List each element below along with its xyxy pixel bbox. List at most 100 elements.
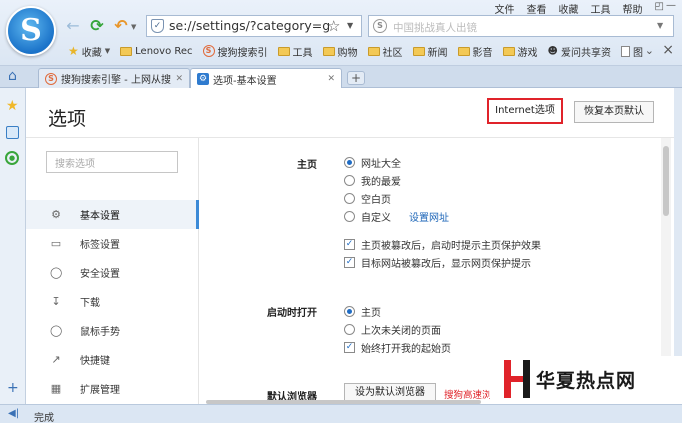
sidebar-item-basic[interactable]: ⚙ 基本设置 xyxy=(26,200,199,229)
status-bar: ◀| 完成 xyxy=(0,404,682,423)
skin-shirt-icon[interactable]: ◰ xyxy=(655,1,664,13)
bookmark-item[interactable]: 图 xyxy=(617,42,647,60)
sidebar-toggle-icon[interactable]: ◀| xyxy=(8,408,19,419)
notes-icon[interactable] xyxy=(6,126,19,139)
checkbox[interactable]: ✓ xyxy=(344,256,355,268)
menu-tools[interactable]: 工具 xyxy=(591,1,611,16)
sidebar-item-label: 标签设置 xyxy=(80,240,120,251)
folder-icon xyxy=(322,46,335,56)
search-options-input[interactable]: 搜索选项 xyxy=(46,151,178,173)
home-icon[interactable]: ⌂ xyxy=(8,68,17,84)
radio-button[interactable] xyxy=(344,192,355,204)
radio-button[interactable] xyxy=(344,305,355,317)
homepage-option-blank[interactable]: 空白页 xyxy=(344,190,391,206)
menu-file[interactable]: 文件 xyxy=(495,1,515,16)
undo-icon[interactable]: ↶ xyxy=(112,17,130,35)
sogou-icon: S xyxy=(45,72,57,85)
sidebar-item-security[interactable]: ◯ 安全设置 xyxy=(26,258,199,287)
add-panel-icon[interactable]: + xyxy=(7,380,19,396)
folder-icon xyxy=(457,46,470,56)
radio-button[interactable] xyxy=(344,156,355,168)
bookmark-label: 购物 xyxy=(337,47,358,59)
menu-view[interactable]: 查看 xyxy=(527,1,547,16)
sidebar-item-mouse-gestures[interactable]: ◯ 鼠标手势 xyxy=(26,316,199,345)
checkbox[interactable]: ✓ xyxy=(344,238,355,250)
history-clock-icon[interactable]: ● xyxy=(5,151,19,165)
startup-option-home[interactable]: 主页 xyxy=(344,303,381,319)
chevron-down-icon[interactable]: ⌄ xyxy=(645,44,654,57)
extension-icon: ▦ xyxy=(50,382,62,395)
sidebar-item-tabs[interactable]: ▭ 标签设置 xyxy=(26,229,199,258)
bookmark-item[interactable]: 社区 xyxy=(364,42,407,60)
internet-options-button[interactable]: Internet选项 xyxy=(487,98,563,124)
set-url-link[interactable]: 设置网址 xyxy=(409,209,449,224)
option-label: 始终打开我的起始页 xyxy=(361,343,451,355)
bookmark-star-icon[interactable]: ☆ xyxy=(327,17,340,35)
bookmark-item[interactable]: 游戏 xyxy=(499,42,542,60)
chevron-down-icon: ▼ xyxy=(104,47,111,55)
address-dropdown-caret-icon[interactable]: ▼ xyxy=(347,21,353,30)
homepage-option-nav[interactable]: 网址大全 xyxy=(344,154,401,170)
checkbox[interactable]: ✓ xyxy=(344,341,355,353)
homepage-option-favorites[interactable]: 我的最爱 xyxy=(344,172,401,188)
tab-icon: ▭ xyxy=(50,237,62,250)
menu-help[interactable]: 帮助 xyxy=(623,1,643,16)
sidebar-item-download[interactable]: ↧ 下载 xyxy=(26,287,199,316)
bookmark-item[interactable]: S 搜狗搜索引 xyxy=(199,42,272,60)
refresh-icon[interactable]: ⟳ xyxy=(88,17,106,35)
search-engine-icon[interactable]: S xyxy=(373,19,387,33)
bookmark-label: 搜狗搜索引 xyxy=(217,47,268,59)
sidebar-item-extensions[interactable]: ▦ 扩展管理 xyxy=(26,374,199,403)
homepage-protect-check[interactable]: ✓ 主页被篡改后，启动时提示主页保护效果 xyxy=(344,236,541,252)
radio-button[interactable] xyxy=(344,174,355,186)
tab-bar: ⌂ S 搜狗搜索引擎 - 上网从搜 ✕ ⚙ 选项-基本设置 ✕ + xyxy=(0,66,682,89)
close-tab-icon[interactable]: ✕ xyxy=(327,74,335,84)
bookmark-label: 新闻 xyxy=(427,47,448,59)
back-arrow-icon[interactable]: ← xyxy=(64,17,82,35)
bookmark-item[interactable]: ☻ 爱问共享资 xyxy=(544,42,615,60)
radio-button[interactable] xyxy=(344,210,355,222)
address-input[interactable]: se://settings/?category=gen xyxy=(169,18,329,33)
bookmark-item[interactable]: 新闻 xyxy=(409,42,452,60)
close-icon[interactable]: × xyxy=(662,42,674,58)
watermark-text: 华夏热点网 xyxy=(536,370,637,392)
side-panel-strip: ★ ● + xyxy=(0,88,26,404)
tab-sogou-search[interactable]: S 搜狗搜索引擎 - 上网从搜 ✕ xyxy=(38,68,190,88)
option-label: 主页 xyxy=(361,307,381,319)
bookmark-item[interactable]: 购物 xyxy=(319,42,362,60)
bookmark-item[interactable]: 影音 xyxy=(454,42,497,60)
favorites-star-icon[interactable]: ★ xyxy=(6,98,19,114)
folder-icon xyxy=(277,46,290,56)
settings-sidebar: ⚙ 基本设置 ▭ 标签设置 ◯ 安全设置 ↧ 下载 ◯ 鼠标手势 ↗ 快捷键 ▦… xyxy=(26,200,199,403)
undo-dropdown-caret-icon[interactable]: ▼ xyxy=(131,23,136,31)
bookmark-label: 影音 xyxy=(472,47,493,59)
sogou-browser-logo[interactable]: S xyxy=(6,6,56,56)
close-tab-icon[interactable]: ✕ xyxy=(175,74,183,84)
tab-settings[interactable]: ⚙ 选项-基本设置 ✕ xyxy=(190,68,342,89)
page-title: 选项 xyxy=(48,108,87,130)
bookmark-item[interactable]: 工具 xyxy=(274,42,317,60)
search-box[interactable]: S 中国挑战真人出镜 ▼ xyxy=(368,15,674,37)
sidebar-item-shortcuts[interactable]: ↗ 快捷键 xyxy=(26,345,199,374)
search-input[interactable]: 中国挑战真人出镜 xyxy=(393,20,477,35)
sidebar-item-label: 扩展管理 xyxy=(80,385,120,396)
startup-open-start-page-check[interactable]: ✓ 始终打开我的起始页 xyxy=(344,339,451,355)
bookmark-favorites[interactable]: ★ 收藏 ▼ xyxy=(64,42,114,60)
new-tab-button[interactable]: + xyxy=(347,71,365,85)
bookmark-label: 社区 xyxy=(382,47,403,59)
radio-button[interactable] xyxy=(344,323,355,335)
scrollbar-thumb[interactable] xyxy=(663,146,669,216)
mouse-icon: ◯ xyxy=(50,324,63,337)
startup-option-last-session[interactable]: 上次未关闭的页面 xyxy=(344,321,441,337)
bookmark-label: Lenovo Rec xyxy=(135,45,193,57)
shield-icon: ◯ xyxy=(50,266,63,279)
startup-label: 启动时打开 xyxy=(267,308,317,319)
site-protect-check[interactable]: ✓ 目标网站被篡改后，显示网页保护提示 xyxy=(344,254,531,270)
minimize-icon[interactable]: — xyxy=(666,0,676,11)
homepage-option-custom[interactable]: 自定义 设置网址 xyxy=(344,208,449,224)
menu-favorites[interactable]: 收藏 xyxy=(559,1,579,16)
address-bar[interactable]: ✓ se://settings/?category=gen ☆ ▼ xyxy=(146,15,362,37)
restore-defaults-button[interactable]: 恢复本页默认 xyxy=(574,101,654,123)
search-dropdown-caret-icon[interactable]: ▼ xyxy=(657,21,663,30)
bookmark-item[interactable]: Lenovo Rec xyxy=(116,42,196,60)
